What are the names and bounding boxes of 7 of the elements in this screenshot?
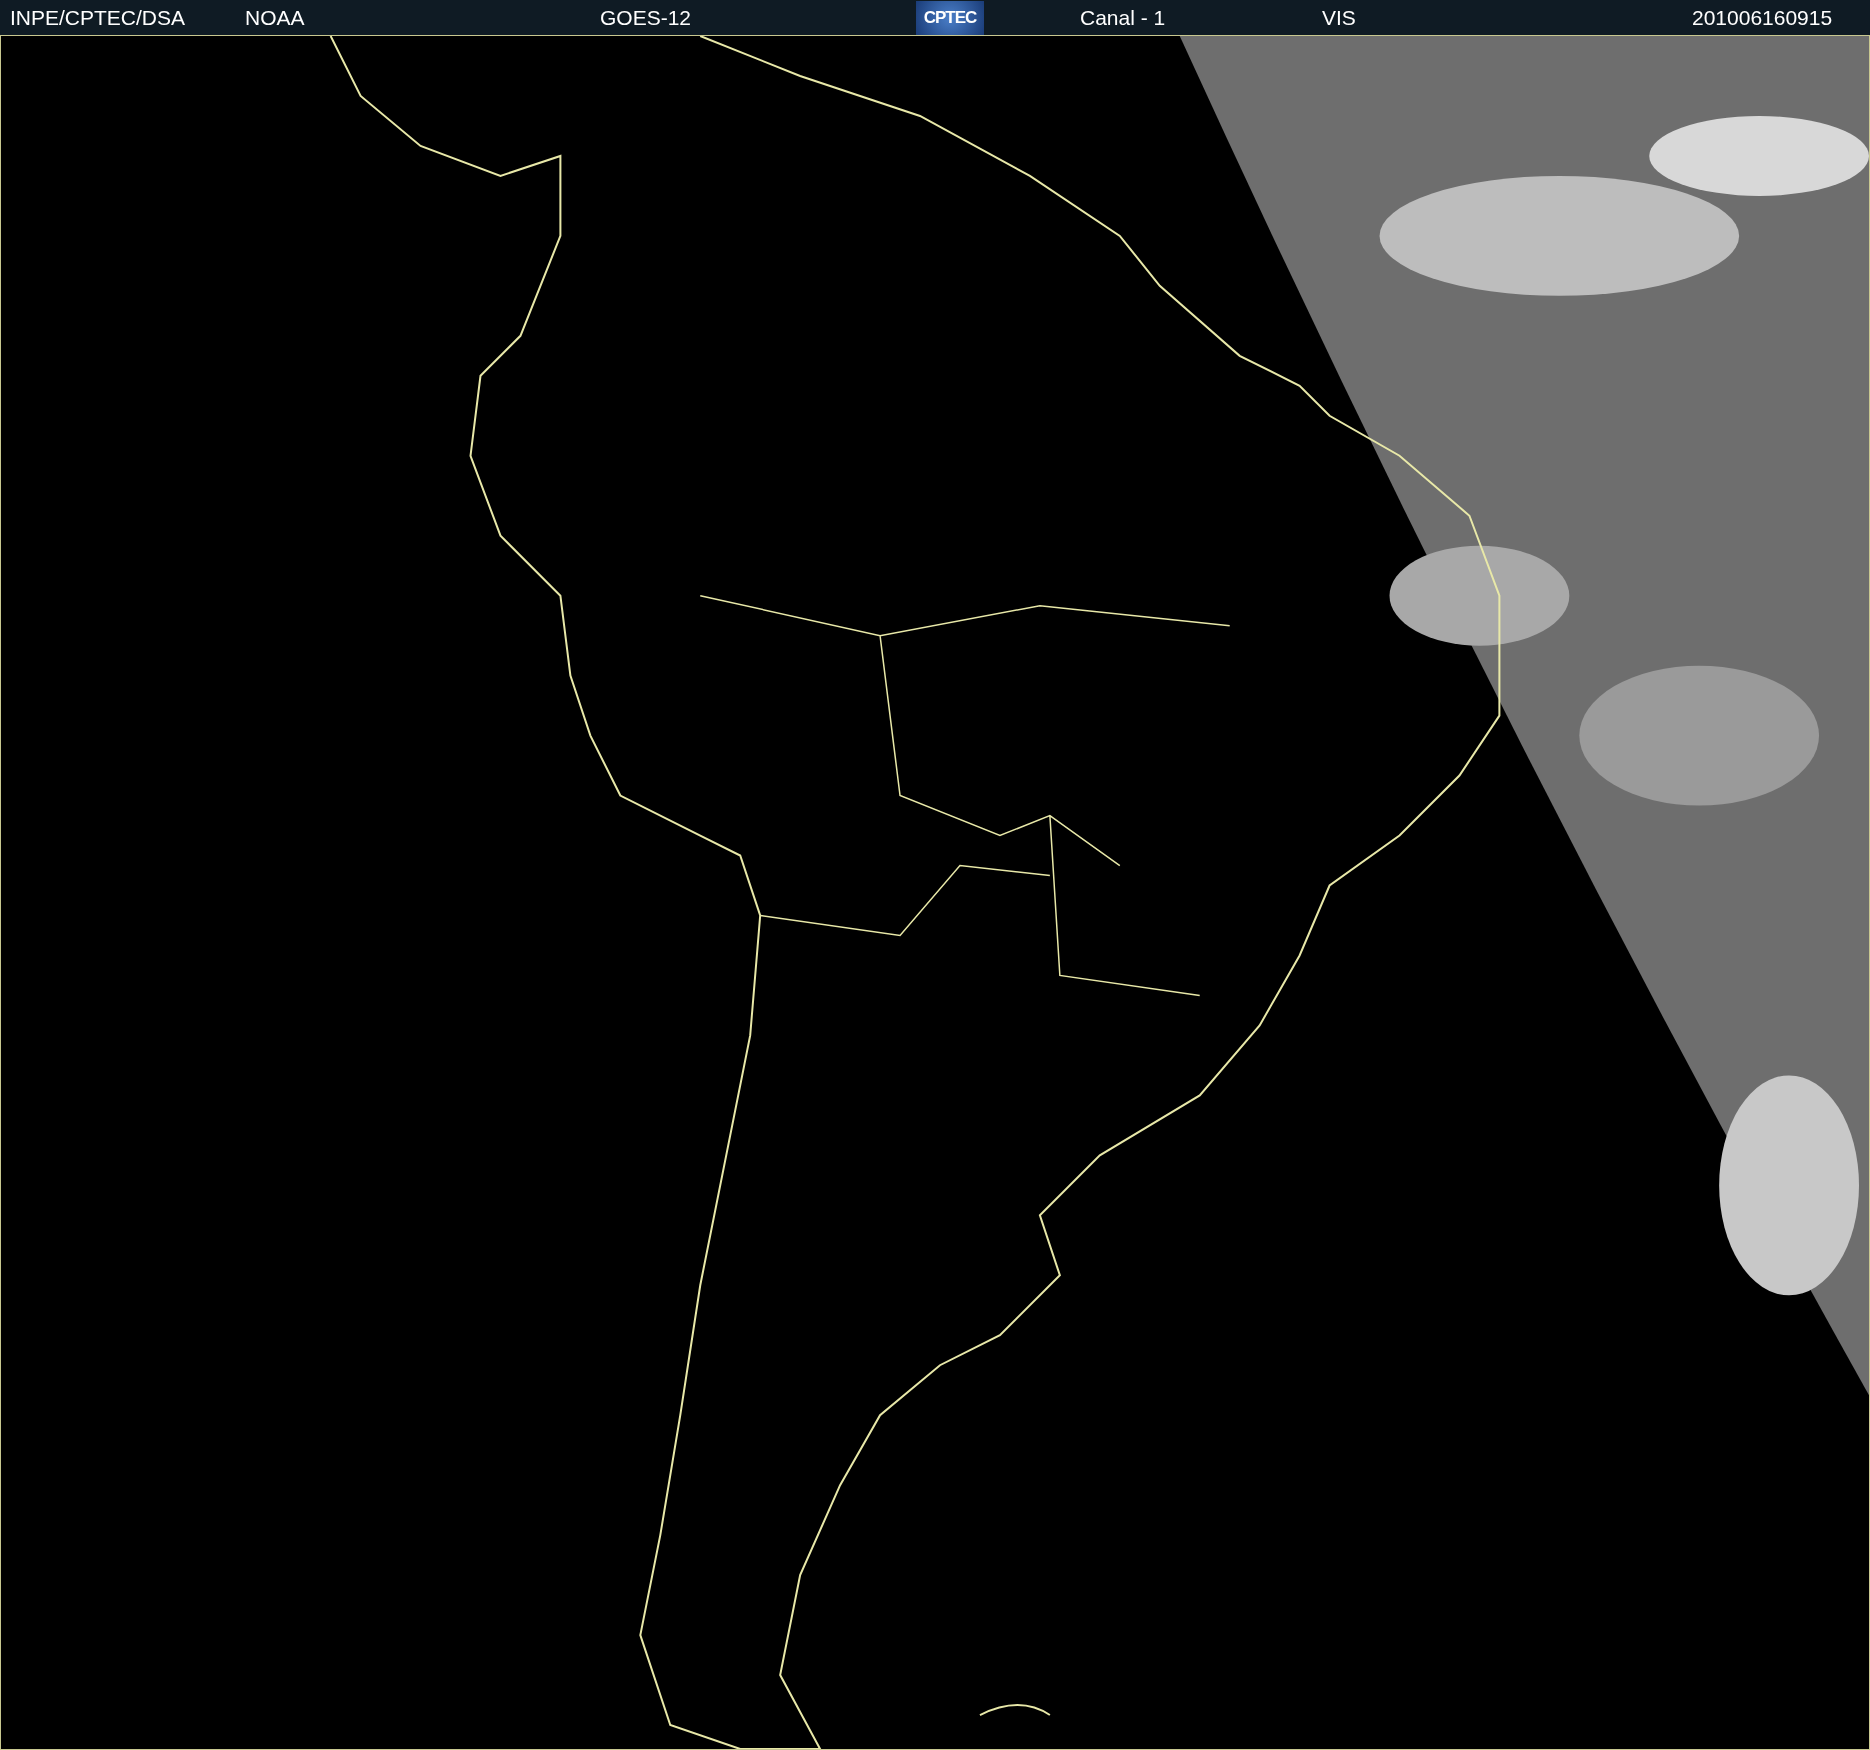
- channel-label: Canal - 1: [1080, 5, 1166, 30]
- source-label: INPE/CPTEC/DSA: [10, 5, 186, 30]
- timestamp-label: 201006160915: [1692, 5, 1833, 30]
- band-label: VIS: [1322, 5, 1356, 30]
- agency-label: NOAA: [245, 5, 305, 30]
- satellite-label: GOES-12: [600, 5, 692, 30]
- logo: CPTEC: [916, 0, 984, 35]
